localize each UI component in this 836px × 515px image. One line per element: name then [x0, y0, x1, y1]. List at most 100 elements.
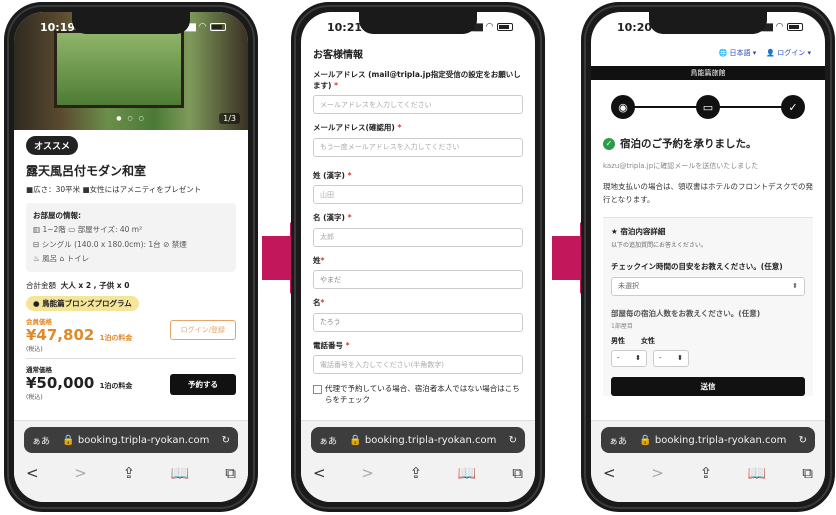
step-2-icon: ▭	[696, 95, 720, 119]
proxy-checkbox[interactable]	[313, 385, 322, 394]
phone-2: 10:21 ▂▄▆ ◠ お客様情報 メールアドレス (mail@tripla.j…	[291, 2, 545, 512]
first-name-input[interactable]: たろう	[313, 312, 523, 332]
guest-info-title: お客様情報	[313, 50, 363, 61]
tabs-icon[interactable]: ⧉	[225, 464, 236, 482]
lock-icon: 🔒	[349, 434, 362, 446]
login-label: ログイン ▾	[777, 49, 811, 57]
login-link[interactable]: 👤 ログイン ▾	[766, 48, 811, 58]
room-subtitle: ■広さ：30平米 ■女性にはアメニティをプレゼント	[26, 185, 202, 194]
forward-icon[interactable]: >	[361, 464, 374, 482]
male-count-select[interactable]: - ⬍	[611, 349, 647, 367]
female-count-select[interactable]: - ⬍	[653, 349, 689, 367]
bookmarks-icon[interactable]: 📖	[458, 464, 477, 482]
bookmarks-icon[interactable]: 📖	[171, 464, 190, 482]
stay-details-section: ★ 宿泊内容詳細 以下の追加質問にお答えください。 チェックイン時間の目安をお教…	[603, 216, 813, 396]
reserve-button[interactable]: 予約する	[170, 374, 236, 395]
phone-input[interactable]: 電話番号を入力してください(半角数字)	[313, 355, 523, 374]
first-name-label-text: 名	[313, 298, 321, 307]
phone-label-text: 電話番号	[313, 340, 343, 350]
last-name-kanji-label: 姓 (漢字) *	[313, 171, 523, 182]
chevron-updown-icon: ⬍	[635, 354, 641, 362]
female-count-value: -	[659, 354, 662, 362]
proxy-checkbox-row[interactable]: 代理で予約している場合、宿泊者本人ではない場合はこちらをチェック	[313, 383, 523, 406]
reload-icon[interactable]: ↻	[799, 435, 807, 446]
text-size-button[interactable]: ぁあ	[319, 434, 337, 447]
url-value: booking.tripla-ryokan.com	[77, 434, 210, 446]
url-value: booking.tripla-ryokan.com	[654, 434, 787, 446]
text-size-button[interactable]: ぁあ	[32, 434, 50, 447]
recommend-badge: オススメ	[26, 136, 79, 155]
pin-icon: ●	[33, 299, 43, 308]
address-bar[interactable]: ぁあ 🔒 booking.tripla-ryokan.com ↻	[24, 427, 238, 453]
email-sent-note: kazu@tripla.jpに確認メールを送信いたしました	[603, 162, 759, 170]
building-icon: ▥	[33, 225, 41, 235]
size-icon: ▭	[68, 225, 78, 235]
share-icon[interactable]: ⇪	[410, 464, 423, 482]
last-name-label-text: 姓	[313, 255, 321, 265]
normal-price-label: 通常価格	[26, 366, 52, 374]
female-label: 女性	[641, 336, 655, 345]
checkin-question: チェックイン時間の目安をお教えください。(任意)	[611, 261, 783, 271]
status-time: 10:21	[327, 20, 363, 34]
stay-details-sub: 以下の追加質問にお答えください。	[611, 241, 707, 249]
forward-icon[interactable]: >	[74, 464, 87, 482]
room-info-heading: お部屋の情報:	[33, 211, 81, 220]
email-confirm-label: メールアドレス(確認用) *	[313, 123, 523, 134]
no-smoking-icon: ⊘	[163, 239, 172, 249]
share-icon[interactable]: ⇪	[123, 464, 136, 482]
male-count-value: -	[617, 354, 620, 362]
bed-icon: ⊟	[33, 239, 40, 249]
back-icon[interactable]: <	[603, 464, 616, 482]
step-1-icon: ◉	[611, 95, 635, 119]
forward-icon[interactable]: >	[651, 464, 664, 482]
lock-icon: 🔒	[62, 434, 75, 446]
share-icon[interactable]: ⇪	[700, 464, 713, 482]
photo-counter: 1/3	[219, 113, 240, 124]
room-info-box: お部屋の情報: ▥ 1~2階 ▭ 部屋サイズ: 40 m² ⊟ シングル (14…	[26, 203, 236, 272]
status-time: 10:19	[40, 20, 76, 34]
bookmarks-icon[interactable]: 📖	[748, 464, 767, 482]
room-bath: 風呂	[42, 253, 58, 263]
back-icon[interactable]: <	[26, 464, 39, 482]
chevron-updown-icon: ⬍	[677, 354, 683, 362]
email-label: メールアドレス (mail@tripla.jp指定受信の設定をお願いします) *	[313, 70, 523, 91]
normal-tax: (税込)	[26, 394, 43, 401]
last-name-input[interactable]: やまだ	[313, 270, 523, 289]
member-tax: (税込)	[26, 346, 43, 353]
reload-icon[interactable]: ↻	[222, 435, 230, 446]
browser-toolbar: < > ⇪ 📖 ⧉	[313, 461, 523, 485]
reload-icon[interactable]: ↻	[509, 435, 517, 446]
member-price-suffix: 1泊の料金	[99, 334, 133, 342]
first-name-kanji-input[interactable]: 太郎	[313, 227, 523, 247]
address-bar[interactable]: ぁあ 🔒 booking.tripla-ryokan.com ↻	[601, 427, 815, 453]
required-mark: *	[347, 170, 352, 180]
required-mark: *	[334, 80, 338, 90]
phone-3: 10:20 ▂▄▆ ◠ 🌐 日本語 ▾ 👤 ログイン ▾ 鳥能篇旅館 ◉ ▭ ✓…	[581, 2, 835, 512]
normal-price-value: ¥50,000	[26, 374, 95, 392]
tabs-icon[interactable]: ⧉	[512, 464, 523, 482]
url-text: 🔒 booking.tripla-ryokan.com	[633, 435, 793, 446]
browser-toolbar: < > ⇪ 📖 ⧉	[603, 461, 813, 485]
confirmation-heading: ✓ 宿泊のご予約を承りました。	[603, 136, 813, 151]
required-mark: *	[347, 213, 352, 222]
back-icon[interactable]: <	[313, 464, 326, 482]
checkin-time-select[interactable]: 未選択 ⬍	[611, 276, 805, 296]
email-confirm-input[interactable]: もう一度メールアドレスを入力してください	[313, 137, 523, 157]
language-selector[interactable]: 🌐 日本語 ▾	[719, 48, 757, 58]
room-1-label: 1部屋目	[611, 322, 633, 330]
step-3-check-icon: ✓	[781, 95, 805, 119]
url-value: booking.tripla-ryokan.com	[364, 434, 497, 446]
text-size-button[interactable]: ぁあ	[609, 434, 627, 447]
address-bar[interactable]: ぁあ 🔒 booking.tripla-ryokan.com ↻	[311, 427, 525, 453]
tabs-icon[interactable]: ⧉	[802, 464, 813, 482]
language-label: 日本語 ▾	[729, 49, 757, 57]
first-name-label: 名*	[313, 298, 523, 309]
email-input[interactable]: メールアドレスを入力してください	[313, 95, 523, 114]
last-name-kanji-input[interactable]: 山田	[313, 185, 523, 204]
submit-button[interactable]: 送信	[611, 376, 805, 396]
login-register-button[interactable]: ログイン/登録	[169, 320, 236, 340]
program-badge: ● 鳥能篇ブロンズプログラム	[26, 296, 139, 311]
bath-icon: ♨	[33, 253, 40, 263]
required-mark: *	[397, 123, 402, 132]
required-mark: *	[320, 298, 325, 307]
